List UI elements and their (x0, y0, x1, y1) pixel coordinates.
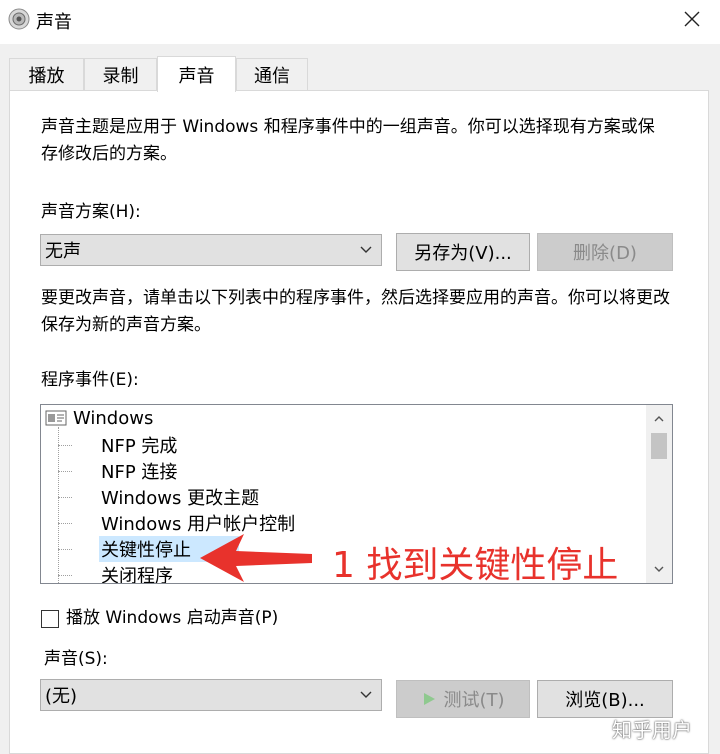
change-help-text: 要更改声音，请单击以下列表中的程序事件，然后选择要应用的声音。你可以将更改保存为… (41, 288, 670, 335)
tree-connector (58, 471, 72, 472)
tree-connector (58, 523, 72, 524)
scheme-select[interactable]: 无声 (40, 234, 382, 266)
chevron-up-icon (654, 416, 664, 422)
scroll-thumb[interactable] (651, 433, 667, 459)
delete-button[interactable]: 删除(D) (537, 233, 673, 271)
title-bar: 声音 (0, 0, 720, 44)
annotation-arrow (200, 534, 312, 582)
scheme-select-value: 无声 (45, 241, 81, 262)
tree-connector (58, 549, 72, 550)
tree-connector (58, 427, 59, 583)
chevron-down-icon (654, 566, 664, 572)
event-item[interactable]: NFP 完成 (99, 432, 179, 458)
intro-text: 声音主题是应用于 Windows 和程序事件中的一组声音。你可以选择现有方案或保… (41, 117, 655, 164)
save-as-button[interactable]: 另存为(V)... (396, 233, 530, 271)
tab-recording[interactable]: 录制 (84, 58, 157, 90)
browse-button[interactable]: 浏览(B)... (537, 680, 673, 718)
event-item[interactable]: Windows 更改主题 (99, 484, 261, 510)
startup-sound-label[interactable]: 播放 Windows 启动声音(P) (66, 605, 278, 632)
scroll-up-button[interactable] (650, 410, 668, 428)
sound-select[interactable]: (无) (40, 679, 382, 711)
sound-select-value: (无) (45, 686, 78, 707)
tab-sounds[interactable]: 声音 (157, 56, 236, 92)
chevron-down-icon (360, 246, 372, 253)
event-item[interactable]: NFP 连接 (99, 458, 179, 484)
tab-playback[interactable]: 播放 (9, 58, 84, 90)
windows-folder-icon (45, 410, 67, 426)
close-button[interactable] (672, 4, 712, 34)
startup-sound-checkbox[interactable] (41, 610, 59, 628)
sound-label: 声音(S): (44, 649, 108, 669)
scheme-label: 声音方案(H): (41, 202, 141, 222)
watermark: 知乎用户 (612, 718, 692, 742)
close-icon (684, 11, 700, 27)
annotation-text: 1 找到关键性停止 (332, 545, 619, 586)
events-label: 程序事件(E): (41, 370, 139, 390)
speaker-app-icon (8, 8, 30, 30)
test-button[interactable]: 测试(T) (396, 680, 530, 718)
play-icon (424, 693, 436, 705)
tab-communications[interactable]: 通信 (236, 58, 308, 90)
event-item[interactable]: 关闭程序 (99, 562, 175, 583)
list-scrollbar[interactable] (646, 405, 672, 583)
tree-root-label: Windows (73, 407, 154, 429)
tree-connector (58, 497, 72, 498)
window-title: 声音 (36, 12, 72, 33)
scroll-down-button[interactable] (650, 560, 668, 578)
tree-connector (58, 575, 72, 576)
tree-connector (58, 445, 72, 446)
chevron-down-icon (360, 691, 372, 698)
